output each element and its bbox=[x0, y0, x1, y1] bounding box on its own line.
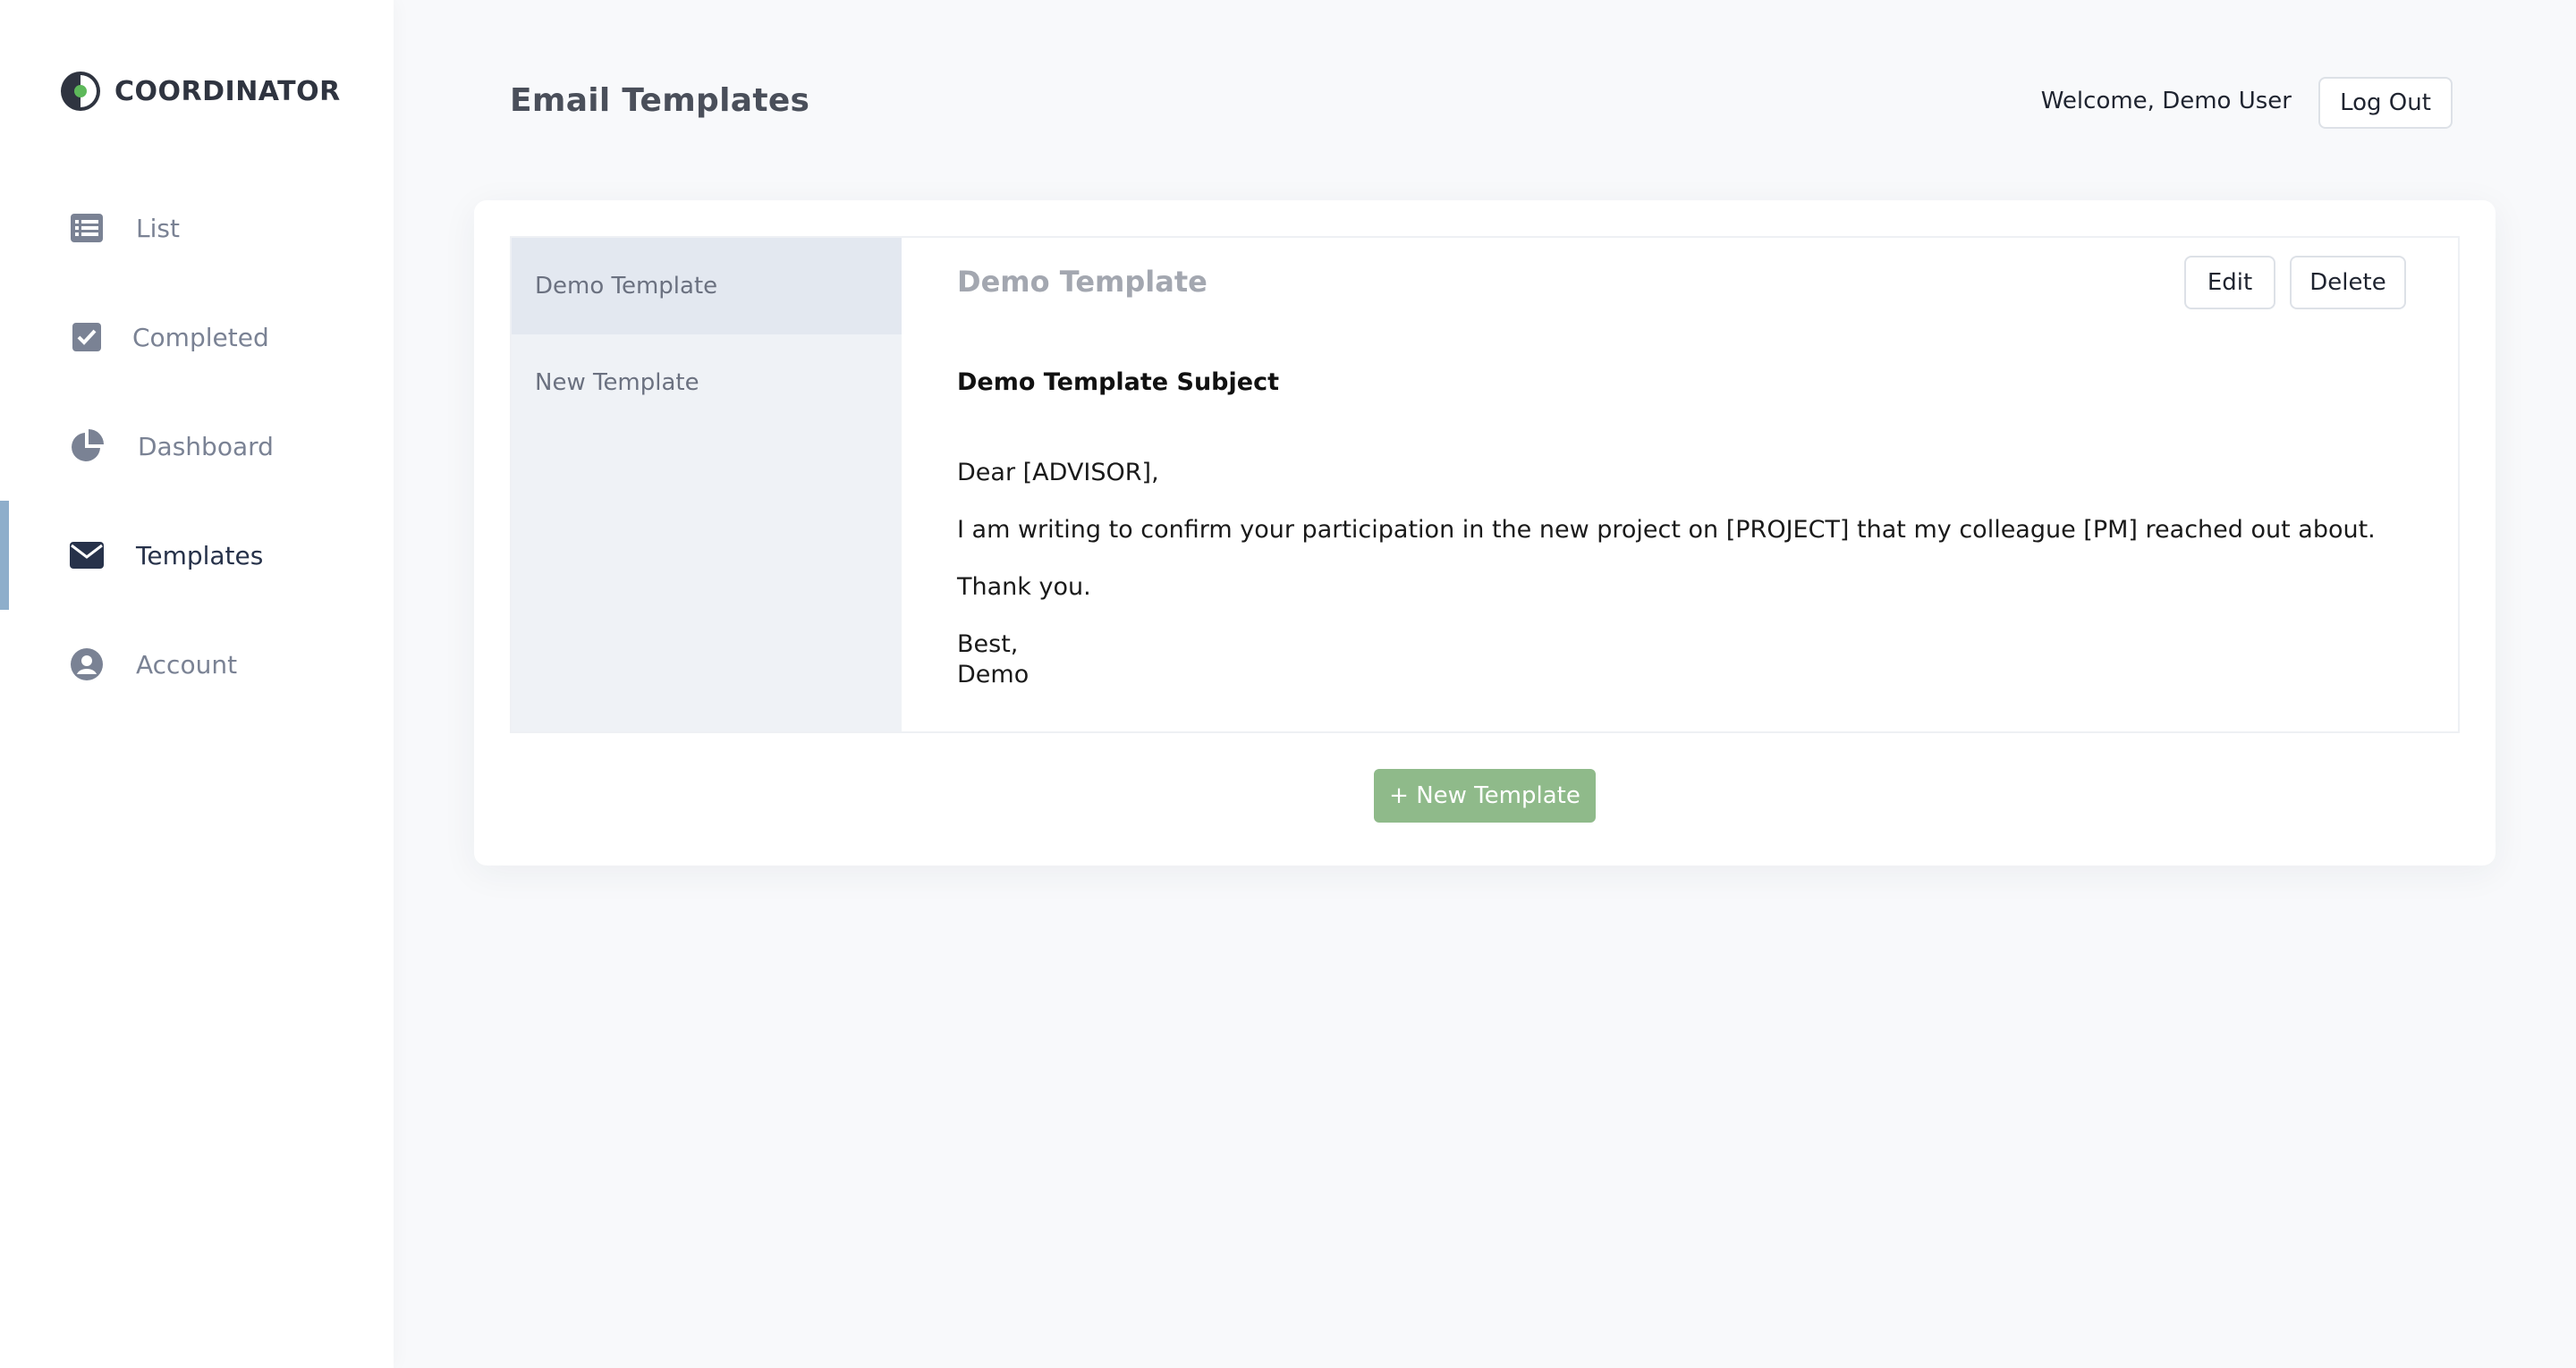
delete-button[interactable]: Delete bbox=[2290, 256, 2406, 309]
sidebar: COORDINATOR List Completed Dashboard Tem… bbox=[0, 0, 394, 1368]
template-subject: Demo Template Subject bbox=[957, 368, 1279, 396]
template-title: Demo Template bbox=[957, 265, 1208, 299]
templates-card: Demo Template New Template Demo Template… bbox=[474, 200, 2496, 866]
sidebar-item-label: Completed bbox=[132, 322, 269, 352]
sidebar-item-account[interactable]: Account bbox=[0, 610, 394, 719]
templates-panel: Demo Template New Template Demo Template… bbox=[510, 236, 2460, 733]
logo-icon bbox=[61, 72, 100, 111]
new-template-button[interactable]: + New Template bbox=[1374, 769, 1596, 823]
body-signoff: Best, bbox=[957, 630, 1019, 658]
sidebar-item-list[interactable]: List bbox=[0, 173, 394, 283]
sidebar-item-label: Account bbox=[136, 649, 238, 680]
sidebar-item-completed[interactable]: Completed bbox=[0, 283, 394, 392]
user-circle-icon bbox=[70, 647, 104, 681]
logo[interactable]: COORDINATOR bbox=[59, 70, 341, 113]
sidebar-item-templates[interactable]: Templates bbox=[0, 501, 394, 610]
edit-button[interactable]: Edit bbox=[2184, 256, 2275, 309]
page-title: Email Templates bbox=[510, 82, 810, 119]
checkbox-icon bbox=[70, 320, 104, 354]
template-detail: Demo Template Edit Delete Demo Template … bbox=[902, 238, 2458, 731]
body-greeting: Dear [ADVISOR], bbox=[957, 459, 1159, 486]
welcome-text: Welcome, Demo User bbox=[2040, 88, 2292, 114]
body-line: Thank you. bbox=[957, 573, 1091, 601]
pie-chart-icon bbox=[70, 429, 104, 463]
body-signature: Demo bbox=[957, 661, 1030, 688]
template-list-item[interactable]: New Template bbox=[512, 334, 902, 431]
body-line: I am writing to confirm your participati… bbox=[957, 516, 2376, 544]
brand-name: COORDINATOR bbox=[114, 75, 341, 107]
template-body: Dear [ADVISOR], I am writing to confirm … bbox=[957, 458, 2376, 717]
active-indicator bbox=[0, 501, 9, 610]
list-icon bbox=[70, 211, 104, 245]
envelope-icon bbox=[70, 538, 104, 572]
template-list: Demo Template New Template bbox=[512, 238, 902, 731]
sidebar-item-label: Dashboard bbox=[138, 431, 274, 461]
template-list-item[interactable]: Demo Template bbox=[512, 238, 902, 334]
sidebar-item-dashboard[interactable]: Dashboard bbox=[0, 392, 394, 501]
sidebar-item-label: List bbox=[136, 213, 180, 243]
logout-button[interactable]: Log Out bbox=[2318, 77, 2453, 129]
sidebar-item-label: Templates bbox=[136, 540, 264, 570]
